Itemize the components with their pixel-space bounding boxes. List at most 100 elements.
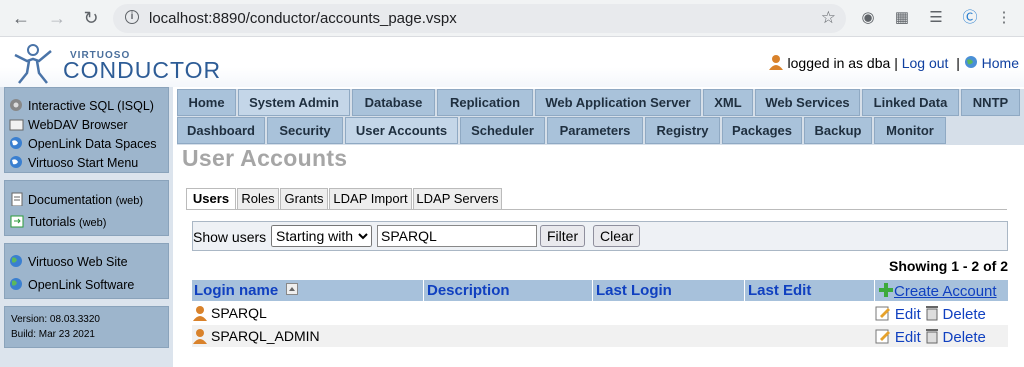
tab-database[interactable]: Database <box>352 89 435 116</box>
table-header: Login name Description Last Login Last E… <box>192 280 1008 301</box>
build-text: Build: Mar 23 2021 <box>11 329 95 340</box>
login-name: SPARQL_ADMIN <box>211 328 320 344</box>
user-icon <box>193 329 207 344</box>
column-description[interactable]: Description <box>427 282 510 299</box>
tab-parameters[interactable]: Parameters <box>547 117 643 144</box>
tab-underline <box>186 209 1007 210</box>
version-text: Version: 08.03.3320 <box>11 314 100 325</box>
column-login-name[interactable]: Login name <box>194 282 299 299</box>
globe-icon <box>10 156 22 168</box>
filter-mode-select[interactable]: Starting with <box>271 225 372 247</box>
tab-roles[interactable]: Roles <box>237 188 279 210</box>
create-account-link[interactable]: Create Account <box>878 282 997 300</box>
table-row: SPARQL Edit Delete <box>192 302 1008 324</box>
column-last-login[interactable]: Last Login <box>596 282 672 299</box>
extensions-puzzle-icon[interactable]: ▦ <box>892 8 912 28</box>
login-name: SPARQL <box>211 305 267 321</box>
tab-ldap-servers[interactable]: LDAP Servers <box>413 188 502 210</box>
user-icon <box>768 55 783 70</box>
tab-grants[interactable]: Grants <box>280 188 328 210</box>
tab-ldap-import[interactable]: LDAP Import <box>329 188 412 210</box>
sidebar-item-webdav[interactable]: WebDAV Browser <box>9 117 128 132</box>
delete-link[interactable]: Delete <box>943 306 986 323</box>
login-cell[interactable]: SPARQL_ADMIN <box>192 328 320 344</box>
browser-toolbar: ← → ↻ i localhost:8890/conductor/account… <box>0 0 1024 37</box>
tab-users[interactable]: Users <box>186 188 236 210</box>
sidebar-item-documentation[interactable]: Documentation (web) <box>9 192 143 207</box>
url-text: localhost:8890/conductor/accounts_page.v… <box>149 10 457 27</box>
logout-link[interactable]: Log out <box>902 55 949 71</box>
sort-icon[interactable] <box>286 283 299 295</box>
page-title: User Accounts <box>182 145 348 171</box>
edit-link[interactable]: Edit <box>895 329 921 346</box>
globe-icon <box>10 137 22 149</box>
sidebar-item-start-menu[interactable]: Virtuoso Start Menu <box>9 155 138 170</box>
bookmark-star-icon[interactable]: ☆ <box>821 8 836 28</box>
virtuoso-conductor-logo[interactable]: VIRTUOSO CONDUCTOR <box>5 41 220 85</box>
extension-e-icon[interactable]: Ⓒ <box>960 8 980 28</box>
create-account-label: Create Account <box>894 283 997 300</box>
filter-label: Show users <box>193 229 267 245</box>
earth-icon <box>10 278 22 290</box>
tab-scheduler[interactable]: Scheduler <box>460 117 545 144</box>
tab-home[interactable]: Home <box>177 89 236 116</box>
home-link[interactable]: Home <box>982 55 1019 71</box>
tab-user-accounts[interactable]: User Accounts <box>345 117 458 144</box>
reload-icon[interactable]: ↻ <box>80 7 102 29</box>
sidebar-version-group: Version: 08.03.3320 Build: Mar 23 2021 <box>4 306 169 348</box>
sidebar-item-label: WebDAV Browser <box>28 118 128 132</box>
address-bar[interactable]: i localhost:8890/conductor/accounts_page… <box>113 4 846 33</box>
column-divider <box>744 280 745 301</box>
filter-button[interactable]: Filter <box>540 225 586 247</box>
trash-icon[interactable] <box>925 328 939 344</box>
filter-input[interactable] <box>377 225 537 247</box>
edit-icon[interactable] <box>875 305 891 321</box>
user-icon <box>193 306 207 321</box>
column-last-edit[interactable]: Last Edit <box>748 282 811 299</box>
sidebar-item-virtuoso-site[interactable]: Virtuoso Web Site <box>9 254 128 269</box>
sidebar-item-isql[interactable]: Interactive SQL (ISQL) <box>9 98 154 113</box>
logged-in-text: logged in as dba <box>787 55 891 71</box>
browser-menu-icon[interactable]: ⋮ <box>994 8 1014 28</box>
back-icon[interactable]: ← <box>10 7 32 29</box>
figure-logo-icon <box>14 44 52 84</box>
row-actions: Edit Delete <box>875 305 986 323</box>
sidebar-docs-group: Documentation (web) Tutorials (web) <box>4 180 169 236</box>
row-actions: Edit Delete <box>875 328 986 346</box>
sidebar-item-ods[interactable]: OpenLink Data Spaces <box>9 136 157 151</box>
page-header: VIRTUOSO CONDUCTOR logged in as dba | Lo… <box>0 37 1024 87</box>
tab-web-application-server[interactable]: Web Application Server <box>535 89 701 116</box>
tab-registry[interactable]: Registry <box>645 117 720 144</box>
edit-icon[interactable] <box>875 328 891 344</box>
main-tab-bar: Home System Admin Database Replication W… <box>177 89 1024 117</box>
forward-icon[interactable]: → <box>46 7 68 29</box>
tab-nntp[interactable]: NNTP <box>961 89 1020 116</box>
tab-replication[interactable]: Replication <box>437 89 533 116</box>
tab-xml[interactable]: XML <box>703 89 753 116</box>
tab-dashboard[interactable]: Dashboard <box>177 117 265 144</box>
edit-link[interactable]: Edit <box>895 306 921 323</box>
tab-backup[interactable]: Backup <box>804 117 872 144</box>
column-divider <box>874 280 875 301</box>
tab-system-admin[interactable]: System Admin <box>238 89 350 116</box>
tab-monitor[interactable]: Monitor <box>874 117 946 144</box>
login-cell[interactable]: SPARQL <box>192 305 267 321</box>
column-divider <box>423 280 424 301</box>
info-icon[interactable]: i <box>125 10 139 24</box>
extension-dog-icon[interactable]: ◉ <box>858 8 878 28</box>
tab-web-services[interactable]: Web Services <box>755 89 860 116</box>
results-count: Showing 1 - 2 of 2 <box>888 258 1008 274</box>
sidebar-item-tutorials[interactable]: Tutorials (web) <box>9 214 106 229</box>
tab-security[interactable]: Security <box>267 117 343 144</box>
delete-link[interactable]: Delete <box>943 329 986 346</box>
trash-icon[interactable] <box>925 305 939 321</box>
add-icon <box>879 283 893 297</box>
tab-packages[interactable]: Packages <box>722 117 802 144</box>
clear-button[interactable]: Clear <box>593 225 641 247</box>
media-playlist-icon[interactable]: ☰ <box>926 8 946 28</box>
web-suffix: (web) <box>115 195 144 207</box>
sidebar-item-openlink-software[interactable]: OpenLink Software <box>9 277 134 292</box>
tab-linked-data[interactable]: Linked Data <box>862 89 959 116</box>
sidebar-links-group: Virtuoso Web Site OpenLink Software <box>4 243 169 299</box>
separator: | <box>956 55 960 71</box>
